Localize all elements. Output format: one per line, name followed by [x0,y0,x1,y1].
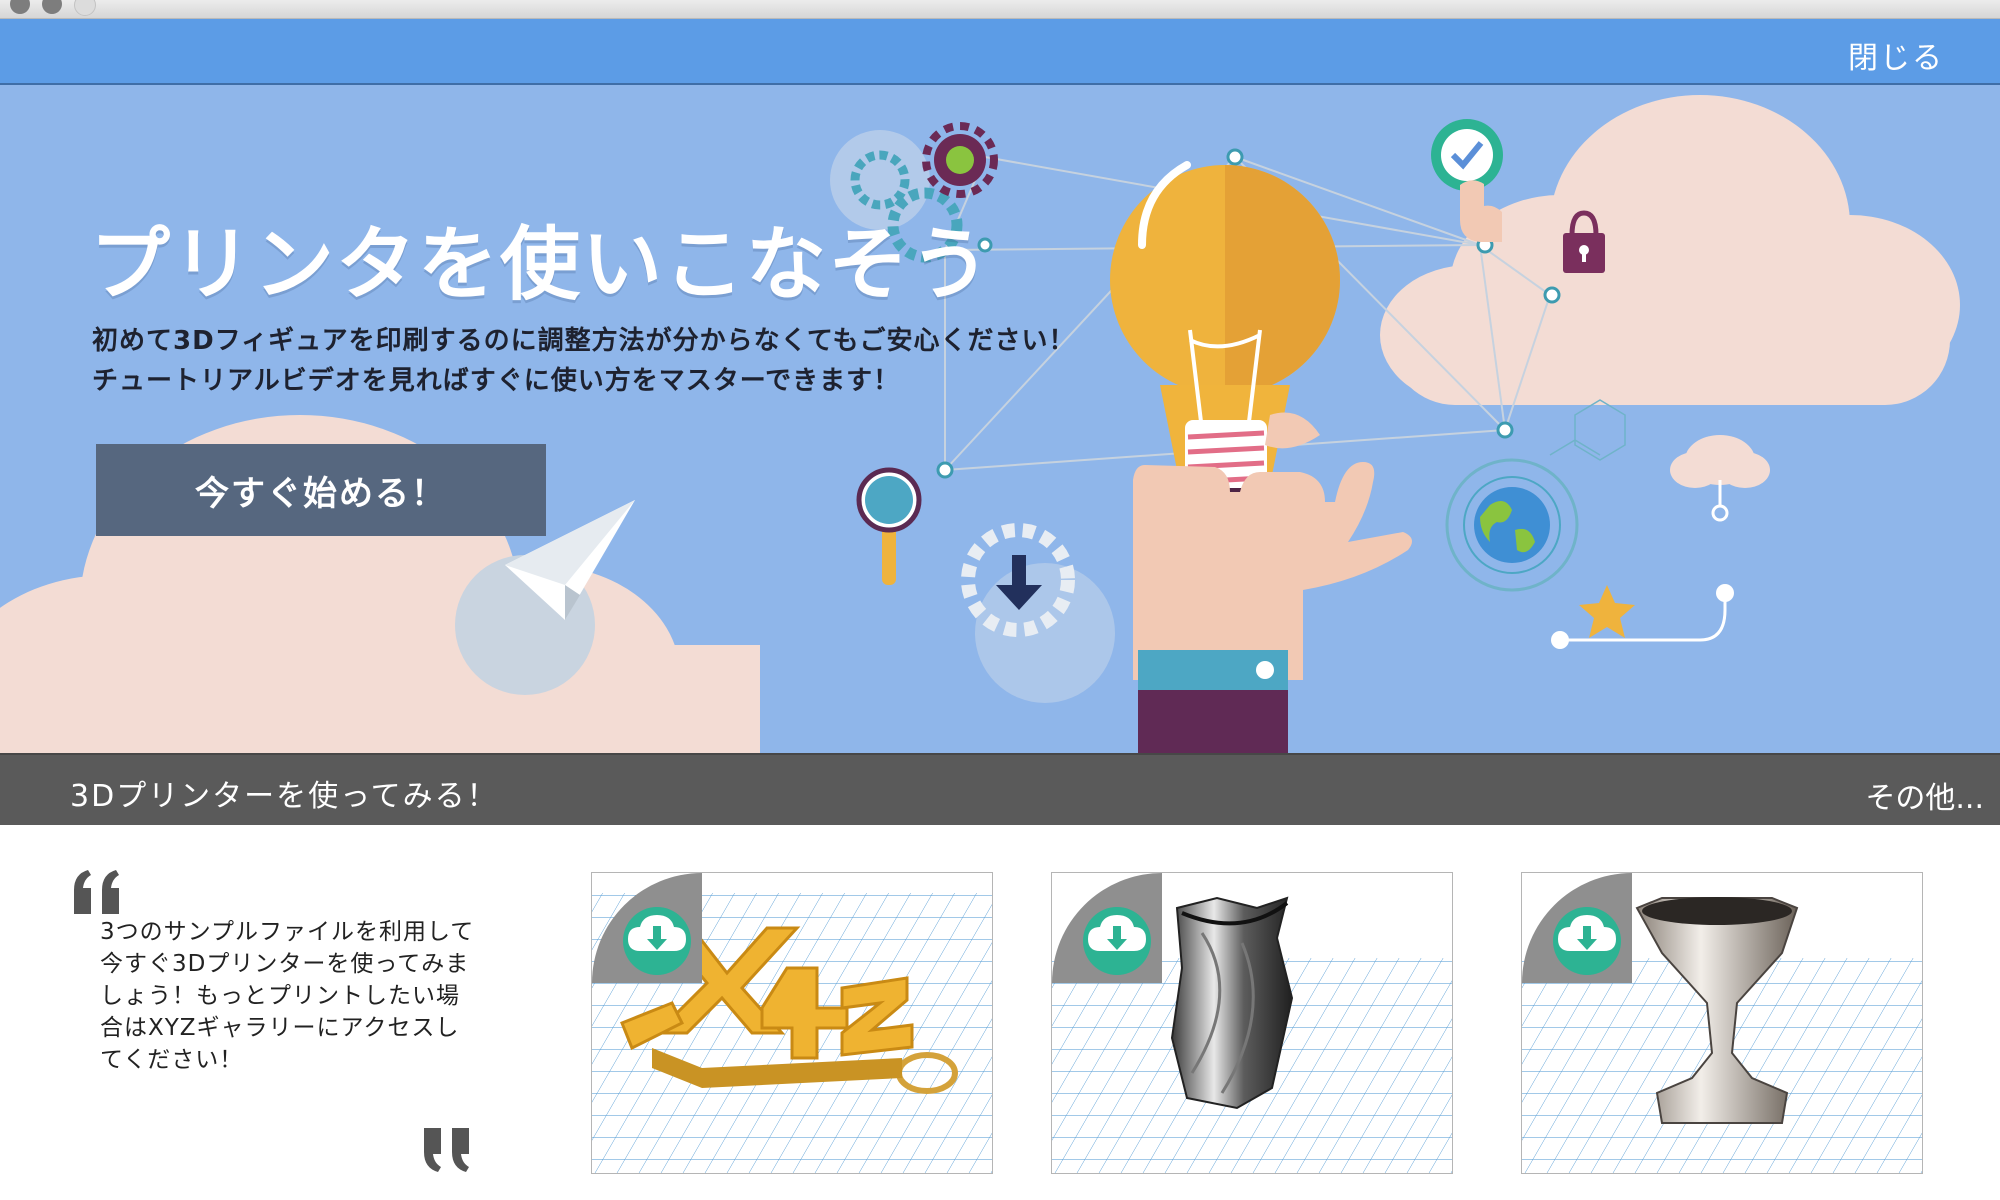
hex-network [1549,399,1626,461]
hero-title: プリンタを使いこなそう [90,218,992,311]
section-header: 3Dプリンターを使ってみる！ その他... [0,753,2000,825]
download-button[interactable] [592,873,702,983]
more-link[interactable]: その他... [1865,773,1984,817]
start-now-button[interactable]: 今すぐ始める！ [96,444,546,536]
close-button[interactable]: 閉じる [1848,33,1944,77]
globe-icon [1445,458,1579,592]
sample-description: 3つのサンプルファイルを利用して今すぐ3Dプリンターを使ってみましょう！もっとプ… [100,919,475,1073]
lightbulb-icon [1110,161,1340,502]
small-cloud-icon [1670,435,1770,522]
section-title: 3Dプリンターを使ってみる！ [70,779,499,814]
star-icon [1551,584,1734,649]
hero-subtitle: 初めて3Dフィギュアを印刷するのに調整方法が分からなくてもご安心ください！ チュ… [92,321,1076,401]
top-bar: 閉じる [0,19,2000,85]
download-button[interactable] [1522,873,1632,983]
download-button[interactable] [1052,873,1162,983]
hero-illustration [0,95,1960,753]
window-close-dot[interactable] [10,0,30,14]
hero-subtitle-line-2: チュートリアルビデオを見ればすぐに使い方をマスターできます！ [92,366,901,396]
open-quote-icon [74,870,119,914]
window-minimize-dot[interactable] [42,0,62,14]
hero-subtitle-line-1: 初めて3Dフィギュアを印刷するのに調整方法が分からなくてもご安心ください！ [92,326,1076,356]
download-gear-icon [961,523,1115,703]
sample-card-xyz[interactable] [591,872,993,1174]
magnifier-icon [856,467,922,585]
window-titlebar [0,0,2000,19]
check-badge-icon [1431,119,1503,242]
close-quote-icon [424,1128,469,1172]
hero-banner: プリンタを使いこなそう 初めて3Dフィギュアを印刷するのに調整方法が分からなくて… [0,85,2000,753]
sample-card-vase[interactable] [1051,872,1453,1174]
sample-card-goblet[interactable] [1521,872,1923,1174]
window-zoom-dot[interactable] [74,0,96,16]
